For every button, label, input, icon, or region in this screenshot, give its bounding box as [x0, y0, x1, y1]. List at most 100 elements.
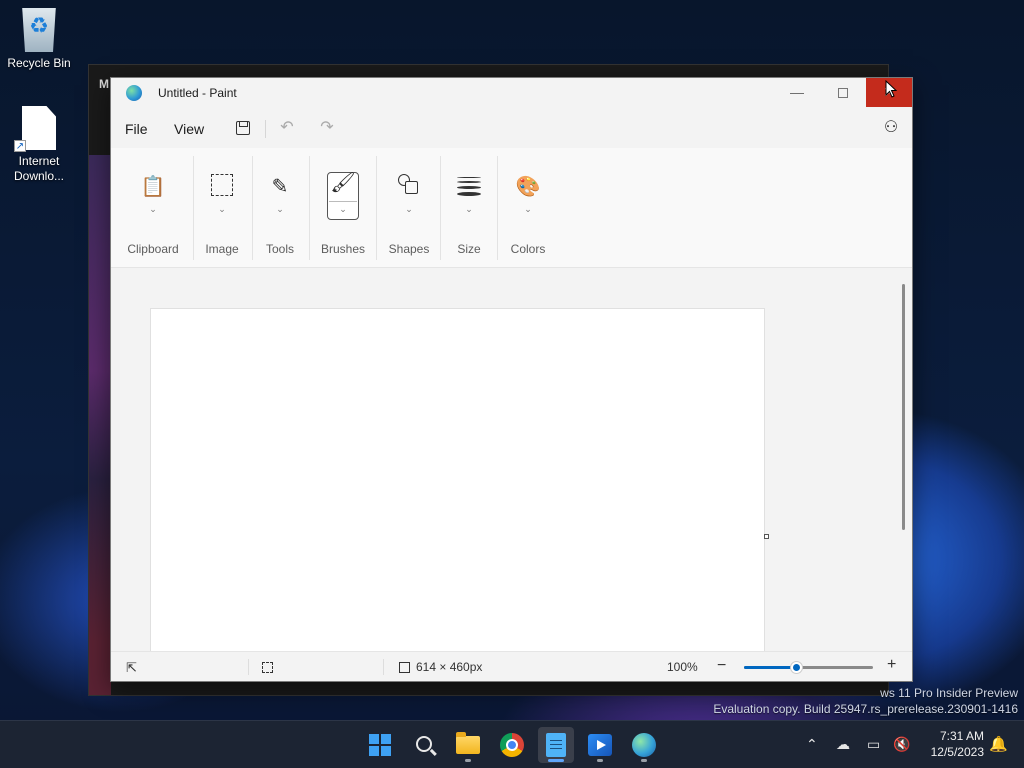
view-menu[interactable]: View: [174, 121, 204, 137]
network-icon[interactable]: ▭: [867, 736, 880, 753]
recycle-bin-icon: [22, 8, 56, 52]
brush-icon: 🖌: [330, 172, 356, 194]
folder-icon: [456, 732, 480, 754]
taskbar-chrome[interactable]: [494, 727, 530, 763]
image-select-icon: [209, 174, 235, 200]
paint-window[interactable]: Untitled - Paint — ✕ File View ↶ ↷ ⚇ 📋 ⌄…: [110, 77, 913, 682]
file-menu[interactable]: File: [125, 121, 148, 137]
start-button[interactable]: [362, 727, 398, 763]
chevron-down-icon: ⌄: [218, 204, 226, 214]
ribbon-group-label: Colors: [510, 242, 546, 256]
zoom-level[interactable]: 100%: [667, 660, 698, 674]
ribbon-group-image[interactable]: ⌄ Image: [197, 148, 247, 268]
mouse-cursor-icon: [885, 80, 897, 98]
notification-bell-icon[interactable]: 🔔: [989, 735, 1008, 753]
size-icon: [456, 174, 482, 200]
taskbar: ⌃ ☁ ▭ 🔇 7:31 AM 12/5/2023 🔔: [0, 720, 1024, 768]
desktop-icon-label: Recycle Bin: [7, 56, 71, 70]
show-hidden-icons-chevron-icon[interactable]: ⌃: [806, 736, 818, 753]
drawing-canvas[interactable]: [150, 308, 765, 658]
shortcut-arrow-icon: ↗: [14, 140, 26, 152]
redo-button[interactable]: ↷: [316, 117, 338, 139]
status-divider: [248, 659, 249, 675]
minimize-button[interactable]: —: [774, 78, 820, 107]
account-icon: ⚇: [883, 119, 899, 136]
watermark-line-1: ws 11 Pro Insider Preview: [880, 686, 1018, 700]
save-icon: [236, 120, 250, 135]
tools-icon: ✎: [271, 176, 289, 198]
background-window-content: [89, 155, 111, 695]
maximize-icon: [838, 88, 848, 99]
canvas-resize-handle[interactable]: [764, 534, 769, 539]
vertical-scrollbar[interactable]: [902, 284, 905, 530]
redo-icon: ↷: [320, 119, 334, 136]
zoom-slider[interactable]: [744, 662, 873, 673]
ribbon-group-colors[interactable]: 🎨 ⌄ Colors: [503, 148, 553, 268]
volume-muted-icon[interactable]: 🔇: [893, 736, 910, 753]
ribbon-group-size[interactable]: ⌄ Size: [444, 148, 494, 268]
maximize-button[interactable]: [820, 78, 866, 107]
ribbon-divider: [376, 156, 377, 260]
ribbon-divider: [252, 156, 253, 260]
ribbon-group-clipboard[interactable]: 📋 ⌄ Clipboard: [123, 148, 183, 268]
taskbar-file-explorer[interactable]: [450, 727, 486, 763]
canvas-size-indicator: 614 × 460px: [399, 660, 482, 674]
onedrive-icon[interactable]: ☁: [836, 736, 850, 753]
running-indicator: [548, 759, 564, 762]
zoom-in-button[interactable]: +: [887, 656, 896, 674]
background-window-title: M: [99, 77, 109, 91]
undo-icon: ↶: [280, 119, 294, 136]
ribbon-group-label: Brushes: [320, 242, 366, 256]
ribbon-divider: [193, 156, 194, 260]
account-button[interactable]: ⚇: [880, 117, 902, 139]
clock[interactable]: 7:31 AM 12/5/2023: [920, 728, 984, 760]
zoom-slider-thumb[interactable]: [790, 662, 802, 673]
save-button[interactable]: [232, 117, 254, 139]
canvas-area: [111, 268, 912, 658]
ribbon-group-label: Tools: [265, 242, 294, 256]
windows-logo-icon: [369, 734, 391, 756]
chevron-down-icon: ⌄: [524, 204, 532, 214]
zoom-slider-fill: [744, 666, 796, 669]
zoom-out-button[interactable]: −: [717, 657, 726, 675]
taskbar-notepad[interactable]: [538, 727, 574, 763]
taskbar-paint[interactable]: [626, 727, 662, 763]
chrome-icon: [500, 733, 524, 757]
os-watermark: ws 11 Pro Insider Preview Evaluation cop…: [713, 685, 1018, 717]
chevron-down-icon: ⌄: [276, 204, 284, 214]
clock-time: 7:31 AM: [939, 729, 984, 743]
menu-bar: File View ↶ ↷ ⚇: [111, 108, 912, 148]
undo-button[interactable]: ↶: [276, 117, 298, 139]
canvas-size-text: 614 × 460px: [416, 660, 483, 674]
desktop-icon-recycle-bin[interactable]: Recycle Bin: [4, 8, 74, 71]
file-icon: [22, 106, 56, 150]
taskbar-media-player[interactable]: [582, 727, 618, 763]
paint-icon: [632, 733, 656, 757]
ribbon-group-brushes[interactable]: 🖌 ⌄ Brushes: [315, 148, 371, 268]
ribbon-group-label: Image: [205, 242, 239, 256]
ribbon-group-tools[interactable]: ✎ ⌄ Tools: [255, 148, 305, 268]
chevron-down-icon: ⌄: [339, 204, 347, 214]
ribbon: 📋 ⌄ Clipboard ⌄ Image ✎ ⌄ Tools 🖌 ⌄ Brus…: [111, 148, 912, 268]
ribbon-divider: [309, 156, 310, 260]
chevron-down-icon: ⌄: [405, 204, 413, 214]
title-bar[interactable]: Untitled - Paint — ✕: [111, 78, 912, 108]
running-indicator: [641, 759, 647, 762]
ribbon-group-shapes[interactable]: ⌄ Shapes: [379, 148, 439, 268]
search-button[interactable]: [406, 727, 442, 763]
pointer-position-icon: ⇱: [126, 660, 137, 675]
menu-divider: [265, 120, 266, 138]
window-title: Untitled - Paint: [158, 86, 237, 100]
palette-icon: 🎨: [515, 176, 541, 198]
search-icon: [416, 736, 432, 752]
ribbon-divider: [497, 156, 498, 260]
selection-size-icon: [262, 660, 273, 674]
ribbon-divider: [440, 156, 441, 260]
status-bar: ⇱ 614 × 460px 100% − +: [111, 651, 912, 681]
ribbon-group-label: Shapes: [388, 242, 430, 256]
status-divider: [383, 659, 384, 675]
watermark-line-2: Evaluation copy. Build 25947.rs_prerelea…: [713, 702, 1018, 716]
ribbon-group-label: Size: [457, 242, 481, 256]
chevron-down-icon: ⌄: [465, 204, 473, 214]
canvas-size-icon: [399, 662, 410, 674]
